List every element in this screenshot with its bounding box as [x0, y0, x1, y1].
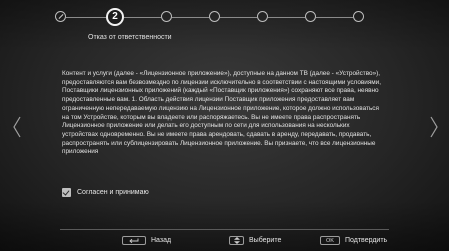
step-2-current: 2 — [106, 8, 124, 26]
agree-checkbox[interactable] — [62, 187, 71, 197]
agree-checkbox-row[interactable]: Согласен и принимаю — [62, 186, 149, 198]
step-7 — [353, 11, 364, 22]
stepper-line — [172, 17, 209, 18]
stepper-line — [316, 17, 353, 18]
confirm-hint[interactable]: OK Подтвердить — [320, 236, 387, 245]
chevron-right-icon[interactable] — [429, 115, 439, 139]
step-6 — [305, 11, 316, 22]
select-hint[interactable]: Выберите — [229, 236, 281, 245]
chevron-left-icon[interactable] — [12, 115, 22, 139]
stepper-line — [220, 17, 257, 18]
footer-hints: Назад Выберите OK Подтвердить — [0, 229, 449, 251]
confirm-label: Подтвердить — [345, 237, 388, 244]
back-label: Назад — [151, 237, 172, 244]
footer-divider — [60, 229, 389, 230]
ok-key: OK — [320, 236, 340, 245]
step-5 — [257, 11, 268, 22]
step-3 — [161, 11, 172, 22]
page-title: Отказ от ответственности — [88, 34, 172, 41]
setup-screen: 2 Отказ от ответственности Контент и усл… — [0, 0, 449, 251]
agree-label: Согласен и принимаю — [77, 188, 149, 196]
up-down-icon — [229, 236, 244, 245]
stepper-line — [124, 17, 161, 18]
select-label: Выберите — [249, 237, 282, 244]
license-text: Контент и услуги (далее - «Лицензионное … — [62, 70, 382, 156]
stepper-line — [268, 17, 305, 18]
setup-stepper: 2 — [55, 8, 365, 26]
step-1-completed — [55, 11, 66, 22]
return-arrow-icon — [122, 236, 146, 245]
stepper-line — [66, 17, 106, 18]
back-hint[interactable]: Назад — [122, 236, 171, 245]
step-4 — [209, 11, 220, 22]
